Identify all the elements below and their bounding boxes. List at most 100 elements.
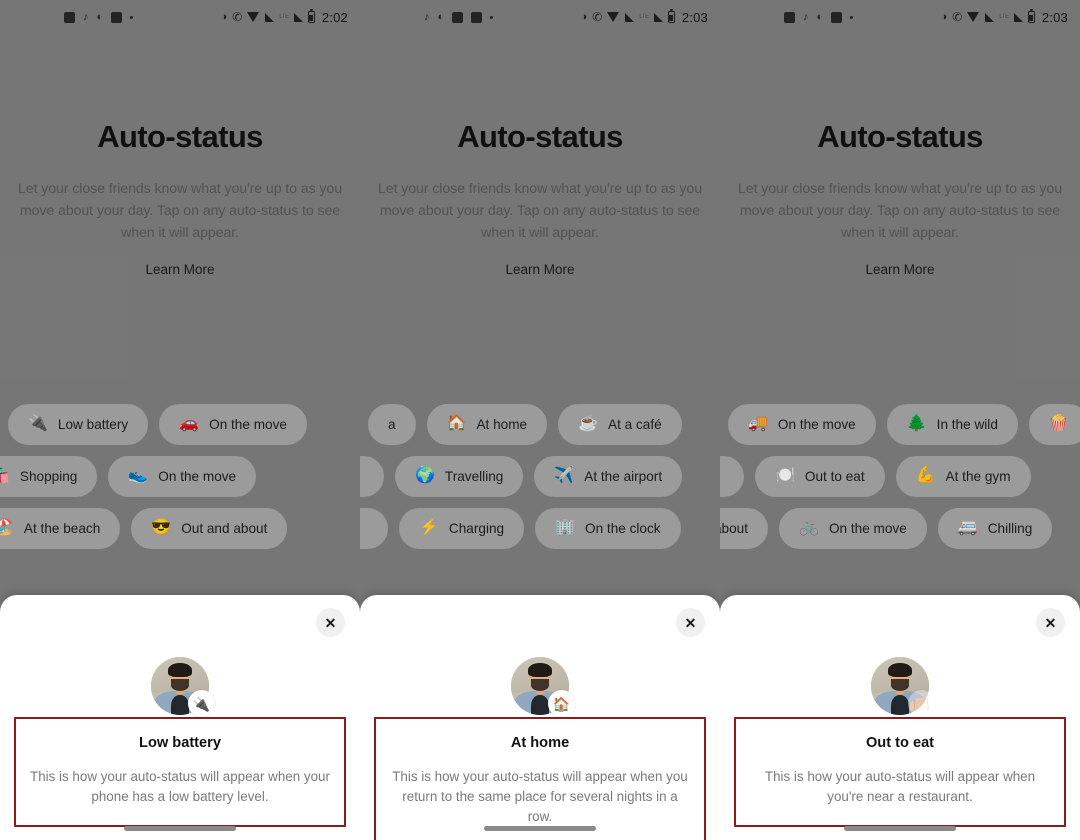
chip-minibus-icon[interactable]: 🚐 Chilling [937, 507, 1053, 549]
bottom-sheet: ✕ 🏠 At home This is how your auto-status wi… [360, 595, 720, 840]
close-icon[interactable]: ✕ [676, 608, 705, 637]
avatar-part [891, 679, 910, 691]
clock-time: 2:02 [321, 9, 348, 25]
chip-truck-icon[interactable]: 🚚 On the move [728, 403, 876, 445]
chip-label: Chilling [987, 520, 1033, 536]
hero-section: Auto-status Let your close friends know w… [360, 119, 720, 277]
chip-globe-icon[interactable]: 🌍 Travelling [395, 455, 524, 497]
home-indicator[interactable] [124, 826, 236, 831]
signal2-icon [1013, 12, 1023, 22]
battery-icon [1027, 9, 1035, 23]
chip-lightning-icon[interactable]: ⚡ Charging [399, 507, 525, 549]
chip-beach-icon[interactable]: 🏖️ At the beach [0, 507, 121, 549]
avatar-wrapper: 🔌 [151, 657, 215, 717]
page-title: Auto-status [97, 119, 263, 154]
beach-icon: 🏖️ [0, 519, 14, 536]
chip-row: ⚡ Charging 🏢 On the clock [360, 502, 720, 554]
avatar-part [531, 679, 550, 691]
more-dot-icon [490, 15, 494, 19]
learn-more-link[interactable]: Learn More [18, 262, 342, 277]
music-note-icon: ♪ [83, 10, 89, 23]
more-dot-icon [850, 15, 854, 19]
phone-panel-3: ♪ ◐ ◑ ✆ LTE 2:03 Auto-status Let your close fri… [720, 0, 1080, 840]
volte-icon: ✆ [232, 10, 243, 24]
office-building-icon: 🏢 [555, 519, 576, 536]
status-bar-right-icons: ◑ ✆ LTE 2:03 [941, 9, 1069, 25]
close-icon[interactable]: ✕ [316, 608, 345, 637]
bottom-sheet: ✕ 🍽️ Out to eat This is how your auto-statu… [720, 595, 1080, 840]
learn-more-link[interactable]: Learn More [738, 262, 1062, 277]
music-note-icon: ♪ [424, 10, 430, 23]
home-indicator[interactable] [484, 826, 596, 831]
chip-label: Low battery [57, 416, 129, 432]
chip-sneaker-icon[interactable]: 👟 On the move [108, 455, 257, 497]
do-not-disturb-icon: ◑ [220, 10, 228, 23]
chip-partial-chip[interactable] [720, 455, 744, 497]
chip-partial-chip[interactable]: about [720, 507, 769, 549]
avatar-part [170, 695, 190, 715]
chip-row: 🔌 Low battery 🚗 On the move [8, 398, 360, 450]
learn-more-link[interactable]: Learn More [378, 262, 702, 277]
volte-icon: ✆ [952, 10, 963, 24]
chip-shopping-bags-icon[interactable]: 🛍️ Shopping [0, 455, 98, 497]
highlighted-status-detail: At home This is how your auto-status will… [374, 717, 706, 840]
chip-car-icon[interactable]: 🚗 On the move [159, 403, 307, 445]
page-title: Auto-status [817, 119, 983, 154]
avatar-part [171, 679, 190, 691]
chip-partial-chip[interactable] [360, 507, 388, 549]
status-title: Out to eat [865, 735, 935, 751]
avatar-part [528, 662, 553, 677]
chip-label: On the move [777, 416, 856, 432]
status-description: This is how your auto-status will appear… [764, 769, 1036, 805]
chip-airplane-icon[interactable]: ✈️ At the airport [534, 455, 683, 497]
more-dot-icon [130, 15, 134, 19]
chip-house-icon[interactable]: 🏠 At home [426, 403, 548, 445]
house-icon: 🏠 [446, 415, 467, 432]
chip-partial-chip[interactable]: a [368, 403, 416, 445]
lightning-icon: ⚡ [419, 519, 439, 536]
airplane-icon: ✈️ [554, 467, 575, 484]
car-icon: 🚗 [179, 415, 200, 432]
hero-subtitle: Let your close friends know what you're … [18, 181, 343, 242]
chip-cutlery-icon[interactable]: 🍽️ Out to eat [755, 455, 885, 497]
clock-time: 2:03 [1041, 9, 1068, 25]
minibus-icon: 🚐 [957, 519, 978, 536]
chip-label: Out and about [181, 520, 268, 536]
chip-popcorn-icon[interactable]: 🍿 [1028, 403, 1080, 445]
status-bar: ♪ ◐ ◑ ✆ LTE 2:03 [720, 0, 1080, 34]
screenshot-root: ♪ ◐ ◑ ✆ LTE 2:02 Auto-status Let your close fri… [0, 0, 1080, 840]
chip-plug-icon[interactable]: 🔌 Low battery [8, 403, 149, 445]
chip-flexed-biceps-icon[interactable]: 💪 At the gym [895, 455, 1031, 497]
hero-subtitle: Let your close friends know what you're … [738, 181, 1063, 242]
signal-icon [265, 12, 275, 22]
chip-office-building-icon[interactable]: 🏢 On the clock [535, 507, 681, 549]
flexed-biceps-icon: 💪 [915, 467, 936, 484]
clock-time: 2:03 [681, 9, 708, 25]
status-bar-right-icons: ◑ ✆ LTE 2:03 [581, 9, 709, 25]
hero-subtitle: Let your close friends know what you're … [378, 181, 703, 242]
chip-row: 🌍 Travelling ✈️ At the airport [360, 450, 720, 502]
avatar-part [168, 662, 193, 677]
chip-coffee-icon[interactable]: ☕ At a café [558, 403, 682, 445]
status-bar-right-icons: ◑ ✆ LTE 2:02 [220, 9, 349, 25]
chip-label: Charging [448, 520, 505, 536]
avatar-wrapper: 🍽️ [871, 657, 935, 717]
chip-row: 🍽️ Out to eat 💪 At the gym [720, 450, 1080, 502]
close-icon[interactable]: ✕ [1036, 608, 1065, 637]
chip-row: about 🚲 On the move 🚐 Chilling [720, 502, 1080, 554]
chip-bicycle-icon[interactable]: 🚲 On the move [779, 507, 927, 549]
page-title: Auto-status [457, 119, 623, 154]
chip-partial-chip[interactable] [360, 455, 384, 497]
chip-sunglasses-icon[interactable]: 😎 Out and about [131, 507, 288, 549]
bottom-sheet: ✕ 🔌 Low battery This is how your auto-statu… [0, 595, 360, 840]
evergreen-tree-icon: 🌲 [906, 415, 927, 432]
chip-row: 🚚 On the move 🌲 In the wild 🍿 [728, 398, 1080, 450]
chip-evergreen-tree-icon[interactable]: 🌲 In the wild [886, 403, 1018, 445]
popcorn-icon: 🍿 [1048, 415, 1069, 432]
wifi-icon [247, 12, 260, 22]
home-indicator[interactable] [844, 826, 956, 831]
cutlery-icon: 🍽️ [775, 467, 795, 484]
avatar-wrapper: 🏠 [511, 657, 575, 717]
avatar-part [890, 695, 910, 715]
photo-icon [64, 11, 75, 23]
